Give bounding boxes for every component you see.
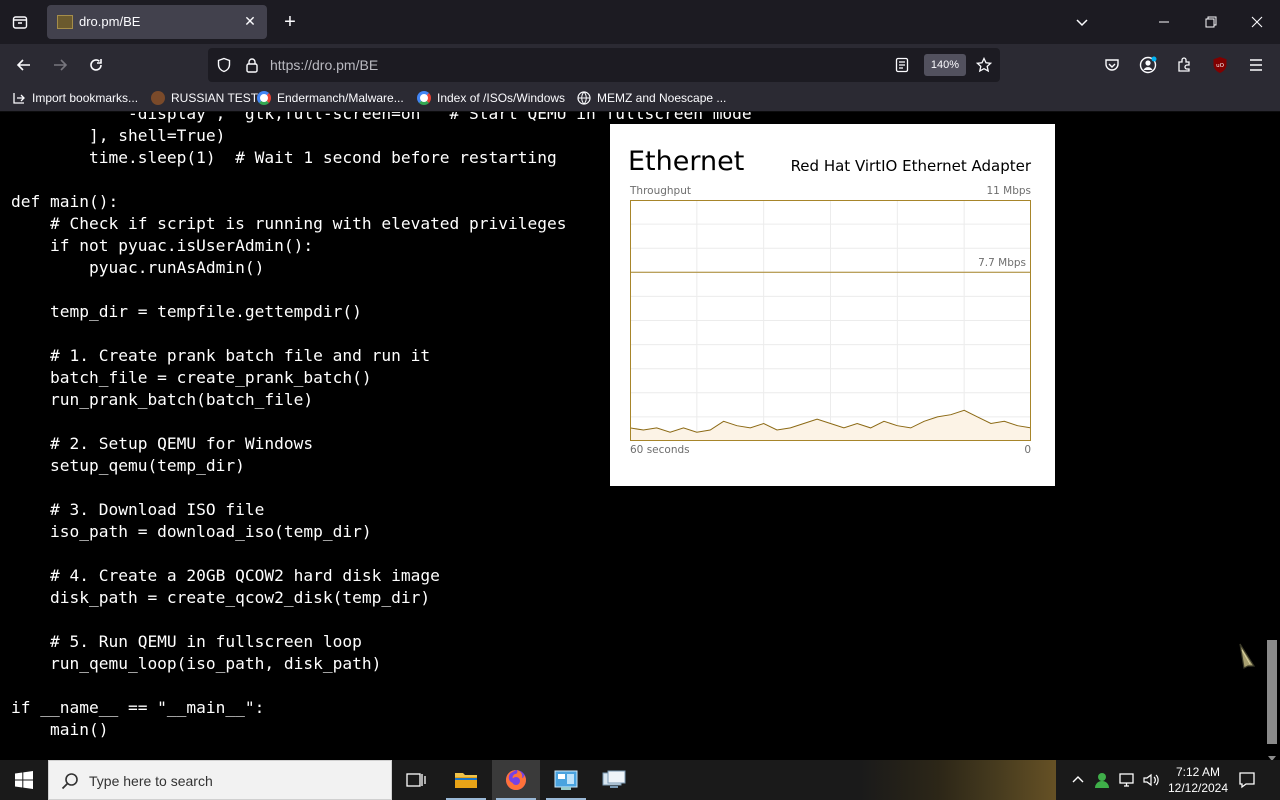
code-line: # 4. Create a 20GB QCOW2 hard disk image — [11, 566, 440, 585]
menu-icon[interactable] — [1244, 53, 1268, 77]
bookmark-russian-test[interactable]: RUSSIAN TEST — [151, 91, 258, 105]
control-panel-button[interactable] — [542, 760, 590, 800]
zoom-level-button[interactable]: 140% — [924, 54, 966, 76]
list-all-tabs-icon[interactable] — [1070, 10, 1094, 34]
svg-text:uO: uO — [1216, 63, 1224, 69]
code-line: # 3. Download ISO file — [11, 500, 265, 519]
bookmark-label: MEMZ and Noescape ... — [597, 91, 727, 105]
taskbar-clock[interactable]: 7:12 AM 12/12/2024 — [1160, 764, 1236, 796]
throughput-graph — [630, 200, 1031, 441]
tracking-protection-icon[interactable] — [214, 55, 234, 75]
scroll-down-arrow-icon[interactable] — [1267, 750, 1277, 760]
folder-icon — [455, 773, 477, 788]
bookmark-label: RUSSIAN TEST — [171, 91, 259, 105]
import-icon — [12, 91, 26, 105]
task-view-icon — [406, 773, 426, 787]
code-line: main() — [11, 720, 109, 739]
notifications-icon[interactable] — [1238, 771, 1256, 789]
cursor-icon — [1236, 640, 1256, 670]
adapter-name: Red Hat VirtIO Ethernet Adapter — [790, 157, 1031, 175]
site-favicon-icon — [151, 91, 165, 105]
new-tab-icon[interactable]: + — [278, 10, 302, 34]
time-span-label: 60 seconds — [630, 444, 690, 456]
network-icon[interactable] — [1118, 771, 1136, 789]
back-icon[interactable] — [12, 53, 36, 77]
pocket-icon[interactable] — [1100, 53, 1124, 77]
ublock-origin-icon[interactable]: uO — [1208, 53, 1232, 77]
ethernet-title: Ethernet — [628, 146, 745, 177]
bookmark-isos[interactable]: Index of /ISOs/Windows — [417, 91, 565, 105]
restore-icon[interactable] — [1199, 10, 1223, 34]
google-icon — [257, 91, 271, 105]
url-text[interactable]: https://dro.pm/BE — [270, 57, 378, 73]
mid-throughput-label: 7.7 Mbps — [978, 257, 1026, 269]
scrollbar-thumb[interactable] — [1267, 640, 1277, 744]
code-line: if __name__ == "__main__": — [11, 698, 265, 717]
start-button[interactable] — [0, 760, 48, 800]
bookmark-label: Endermanch/Malware... — [277, 91, 404, 105]
volume-icon[interactable] — [1142, 771, 1160, 789]
show-hidden-icons-icon[interactable] — [1070, 772, 1086, 788]
bookmark-import[interactable]: Import bookmarks... — [12, 91, 138, 105]
bookmark-endermanch[interactable]: Endermanch/Malware... — [257, 91, 404, 105]
bookmark-star-icon[interactable] — [974, 55, 994, 75]
remote-desktop-icon — [602, 770, 626, 788]
code-line: disk_path = create_qcow2_disk(temp_dir) — [11, 588, 431, 607]
url-bar[interactable]: https://dro.pm/BE 140% — [208, 48, 1000, 82]
bookmark-label: Index of /ISOs/Windows — [437, 91, 566, 105]
search-icon — [61, 772, 79, 795]
minimize-icon[interactable] — [1152, 10, 1176, 34]
search-placeholder: Type here to search — [89, 773, 213, 789]
reload-icon[interactable] — [84, 53, 108, 77]
remote-desktop-button[interactable] — [590, 760, 638, 800]
code-line: run_qemu_loop(iso_path, disk_path) — [11, 654, 382, 673]
ethernet-performance-card: Ethernet Red Hat VirtIO Ethernet Adapter… — [610, 124, 1055, 486]
max-throughput-label: 11 Mbps — [986, 185, 1031, 197]
close-tab-icon[interactable]: ✕ — [241, 12, 259, 30]
tab-list-icon[interactable] — [8, 10, 32, 34]
tab-bar: dro.pm/BE ✕ + — [0, 0, 1280, 44]
extensions-icon[interactable] — [1172, 53, 1196, 77]
bookmark-memz[interactable]: MEMZ and Noescape ... — [577, 91, 726, 105]
clock-date: 12/12/2024 — [1167, 781, 1229, 795]
scrollbar[interactable] — [1264, 112, 1280, 760]
lock-icon[interactable] — [242, 55, 262, 75]
taskbar-wallpaper-peek — [860, 760, 1056, 800]
clock-time: 7:12 AM — [1175, 765, 1221, 779]
user-tray-icon[interactable] — [1093, 771, 1111, 789]
site-favicon-icon — [57, 15, 73, 29]
bookmark-label: Import bookmarks... — [32, 91, 139, 105]
account-icon[interactable] — [1136, 53, 1160, 77]
google-icon — [417, 91, 431, 105]
throughput-label: Throughput — [630, 185, 691, 197]
taskbar-search-box[interactable]: Type here to search — [48, 760, 392, 800]
zero-label: 0 — [1024, 444, 1031, 456]
page-content: -display", "gtk,full-screen=on" # Start … — [0, 112, 1280, 760]
close-window-icon[interactable] — [1245, 10, 1269, 34]
nav-bar: https://dro.pm/BE 140% uO — [0, 44, 1280, 86]
windows-logo-icon — [15, 771, 33, 789]
browser-tab[interactable]: dro.pm/BE ✕ — [47, 5, 267, 39]
firefox-button[interactable] — [492, 760, 540, 800]
code-line: # 5. Run QEMU in fullscreen loop — [11, 632, 362, 651]
reader-view-icon[interactable] — [892, 55, 912, 75]
code-line: iso_path = download_iso(temp_dir) — [11, 522, 372, 541]
control-panel-icon — [554, 770, 578, 790]
file-explorer-button[interactable] — [442, 760, 490, 800]
firefox-icon — [506, 770, 526, 790]
task-view-button[interactable] — [392, 760, 440, 800]
globe-icon — [577, 91, 591, 105]
bookmarks-toolbar: Import bookmarks... RUSSIAN TEST Enderma… — [0, 86, 1280, 112]
tab-title: dro.pm/BE — [79, 14, 141, 29]
forward-icon[interactable] — [48, 53, 72, 77]
windows-taskbar: Type here to search 7:12 AM 12/12/2024 — [0, 760, 1280, 800]
